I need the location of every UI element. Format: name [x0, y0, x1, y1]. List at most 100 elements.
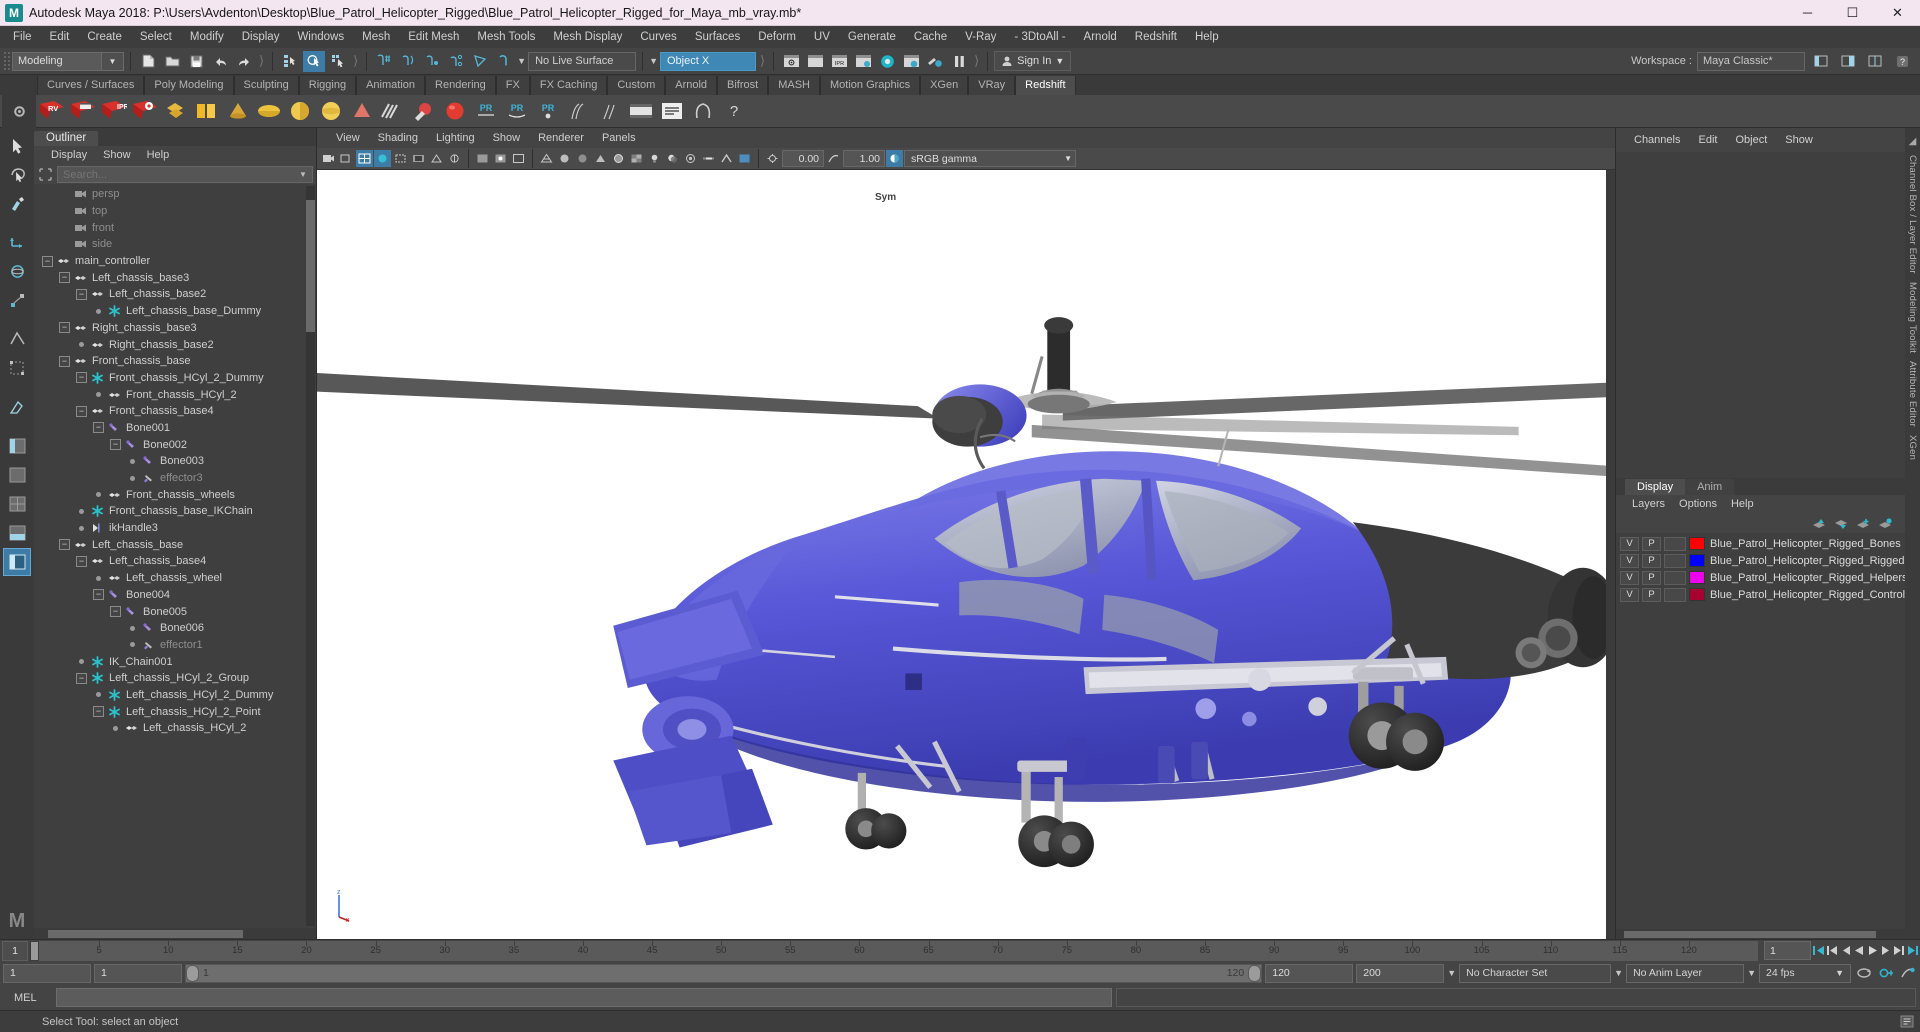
layer-menu-help[interactable]: Help [1724, 495, 1761, 514]
search-icon[interactable] [37, 167, 54, 183]
outliner-item-bone002[interactable]: − Bone002 [34, 436, 316, 453]
outliner-hscrollbar[interactable] [34, 928, 316, 939]
high-quality-icon[interactable] [736, 150, 753, 167]
move-layer-up-icon[interactable] [1811, 517, 1826, 531]
save-scene-icon[interactable] [185, 51, 207, 72]
outliner-item-front-chassis-base4[interactable]: − Front_chassis_base4 [34, 403, 316, 420]
menu-item-edit[interactable]: Edit [41, 26, 79, 48]
fur-icon[interactable] [595, 96, 625, 126]
outliner-item-right-chassis-base2[interactable]: Right_chassis_base2 [34, 336, 316, 353]
menu-item-mesh[interactable]: Mesh [353, 26, 399, 48]
shelf-options-button[interactable] [2, 94, 36, 128]
pr-c-icon[interactable]: PR [533, 96, 563, 126]
outliner-item-bone006[interactable]: Bone006 [34, 620, 316, 637]
shadows-icon[interactable] [664, 150, 681, 167]
exposure-icon[interactable] [764, 150, 781, 167]
layer-playback-toggle[interactable]: P [1642, 536, 1661, 551]
layer-state-toggle[interactable] [1664, 570, 1686, 585]
outliner-item-persp[interactable]: persp [34, 186, 316, 203]
channelbox-body[interactable] [1616, 152, 1905, 478]
shelf-tab-sculpting[interactable]: Sculpting [233, 76, 299, 95]
outliner-item-left-chassis-base2[interactable]: − Left_chassis_base2 [34, 286, 316, 303]
select-tool[interactable] [3, 131, 31, 159]
layer-color-swatch[interactable] [1689, 571, 1705, 584]
layer-color-swatch[interactable] [1689, 554, 1705, 567]
color-management-icon[interactable] [886, 150, 903, 167]
redshift-settings-icon[interactable] [130, 96, 160, 126]
lasso-select-tool[interactable] [3, 160, 31, 188]
layer-tab-display[interactable]: Display [1625, 479, 1686, 495]
viewport-menu-lighting[interactable]: Lighting [427, 128, 484, 148]
outliner-tree[interactable]: persp top front side − main_controller − Left_c… [34, 184, 316, 928]
menu-item-edit-mesh[interactable]: Edit Mesh [399, 26, 468, 48]
snap-curve-icon[interactable] [397, 51, 419, 72]
two-sided-lighting-icon[interactable] [446, 150, 463, 167]
outliner-item-bone001[interactable]: − Bone001 [34, 420, 316, 437]
outliner-item-left-chassis-base4[interactable]: − Left_chassis_base4 [34, 553, 316, 570]
snap-projected-icon[interactable] [445, 51, 467, 72]
maximize-button[interactable]: ☐ [1830, 0, 1875, 26]
menu-item-create[interactable]: Create [78, 26, 131, 48]
outliner-item-left-chassis-base3[interactable]: − Left_chassis_base3 [34, 269, 316, 286]
render-view-icon[interactable] [780, 51, 802, 72]
smooth-shade-all-icon[interactable] [556, 150, 573, 167]
go-to-start-icon[interactable] [1812, 942, 1825, 959]
menu-item-windows[interactable]: Windows [288, 26, 353, 48]
range-start-field[interactable]: 1 [94, 963, 182, 983]
hypershade-layout-icon[interactable] [3, 519, 31, 547]
playback-loop-icon[interactable] [1854, 964, 1873, 983]
outliner-item-front-chassis-base-ikchain[interactable]: Front_chassis_base_IKChain [34, 503, 316, 520]
magnet-icon[interactable] [493, 51, 515, 72]
tree-collapse-icon[interactable]: − [42, 255, 53, 267]
outliner-item-front[interactable]: front [34, 219, 316, 236]
shelf-tab-fx[interactable]: FX [495, 76, 530, 95]
help-badge-icon[interactable]: ? [1891, 51, 1913, 72]
select-component-icon[interactable] [327, 51, 349, 72]
layer-row[interactable]: V P Blue_Patrol_Helicopter_Rigged_Controll… [1616, 586, 1920, 603]
textured-icon[interactable] [628, 150, 645, 167]
layer-hscroll-thumb[interactable] [1624, 930, 1876, 938]
outliner-item-front-chassis-base[interactable]: − Front_chassis_base [34, 353, 316, 370]
outliner-item-right-chassis-base3[interactable]: − Right_chassis_base3 [34, 320, 316, 337]
outliner-item-left-chassis-wheel[interactable]: Left_chassis_wheel [34, 570, 316, 587]
menuset-select[interactable]: Modeling ▼ [12, 51, 124, 71]
render-settings-icon[interactable] [852, 51, 874, 72]
outliner-item-left-chassis-base-dummy[interactable]: Left_chassis_base_Dummy [34, 303, 316, 320]
layer-color-swatch[interactable] [1689, 537, 1705, 550]
close-button[interactable]: ✕ [1875, 0, 1920, 26]
paint-select-tool[interactable] [3, 189, 31, 217]
pink-cone-icon[interactable] [347, 96, 377, 126]
redo-icon[interactable] [233, 51, 255, 72]
layer-visibility-toggle[interactable]: V [1620, 587, 1639, 602]
sphere-slice-icon[interactable] [285, 96, 315, 126]
step-forward-key-icon[interactable] [1893, 942, 1906, 959]
persp-outliner-layout-icon[interactable] [3, 548, 31, 576]
shelf-tab-redshift[interactable]: Redshift [1015, 76, 1076, 95]
outliner-tab[interactable]: Outliner [34, 131, 99, 146]
tree-collapse-icon[interactable]: − [59, 355, 70, 367]
menu-item-file[interactable]: File [4, 26, 41, 48]
go-to-end-icon[interactable] [1907, 942, 1920, 959]
channelbox-menu-object[interactable]: Object [1727, 129, 1775, 151]
viewport-3d[interactable]: Sym z x [317, 170, 1615, 939]
outliner-item-left-chassis-hcyl-2[interactable]: Left_chassis_HCyl_2 [34, 720, 316, 737]
menu-item-arnold[interactable]: Arnold [1075, 26, 1126, 48]
outliner-item-ikhandle3[interactable]: ikHandle3 [34, 520, 316, 537]
outliner-item-main-controller[interactable]: − main_controller [34, 253, 316, 270]
noodle-icon[interactable] [378, 96, 408, 126]
shelf-tab-xgen[interactable]: XGen [920, 76, 969, 95]
exposure-field[interactable]: 0.00 [782, 150, 824, 167]
chevron-down-icon[interactable]: ▼ [517, 56, 526, 66]
layer-list-empty[interactable] [1616, 603, 1905, 929]
snap-point-icon[interactable] [421, 51, 443, 72]
menu-item-deform[interactable]: Deform [749, 26, 805, 48]
shaded-wire-icon[interactable] [610, 150, 627, 167]
show-manipulator-tool[interactable] [3, 354, 31, 382]
outliner-menu-help[interactable]: Help [140, 146, 177, 165]
play-forwards-icon[interactable] [1866, 942, 1878, 959]
disc-icon[interactable] [254, 96, 284, 126]
log-icon[interactable] [657, 96, 687, 126]
editor-split-icon[interactable] [1864, 51, 1886, 72]
animation-preferences-icon[interactable] [1898, 964, 1917, 983]
range-track[interactable]: 1 120 [185, 963, 1263, 983]
